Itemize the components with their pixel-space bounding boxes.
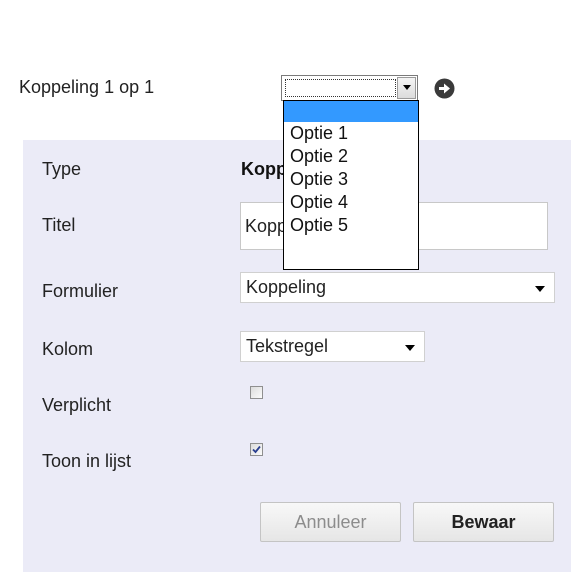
arrow-right-circle-icon[interactable] [434, 78, 455, 99]
dropdown-option[interactable]: Optie 3 [284, 168, 418, 191]
toon-in-lijst-checkbox[interactable] [250, 443, 263, 456]
label-titel: Titel [42, 215, 76, 235]
save-button[interactable]: Bewaar [413, 502, 554, 542]
formulier-select[interactable]: Koppeling [240, 272, 555, 303]
dropdown-option[interactable]: Optie 4 [284, 191, 418, 214]
select-focus-ring [285, 79, 396, 97]
chevron-down-icon [535, 286, 545, 292]
dropdown-option[interactable] [284, 101, 418, 122]
chevron-down-icon [405, 345, 415, 351]
koppeling-dropdown-list: Optie 1 Optie 2 Optie 3 Optie 4 Optie 5 [283, 100, 419, 270]
dropdown-option[interactable]: Optie 5 [284, 214, 418, 237]
cancel-button[interactable]: Annuleer [260, 502, 401, 542]
label-type: Type [42, 159, 82, 179]
checkmark-icon [252, 445, 261, 454]
kolom-select[interactable]: Tekstregel [240, 331, 425, 362]
koppeling-select[interactable] [281, 75, 418, 101]
label-verplicht: Verplicht [42, 395, 112, 415]
chevron-down-icon [403, 85, 411, 90]
dropdown-option[interactable]: Optie 1 [284, 122, 418, 145]
label-kolom: Kolom [42, 339, 94, 359]
select-arrow-button[interactable] [397, 77, 416, 99]
dropdown-option[interactable]: Optie 2 [284, 145, 418, 168]
formulier-select-value: Koppeling [246, 277, 327, 297]
label-toon-in-lijst: Toon in lijst [42, 451, 132, 471]
label-formulier: Formulier [42, 281, 119, 301]
verplicht-checkbox[interactable] [250, 386, 263, 399]
kolom-select-value: Tekstregel [246, 336, 329, 356]
field-label-koppeling: Koppeling 1 op 1 [19, 77, 155, 97]
